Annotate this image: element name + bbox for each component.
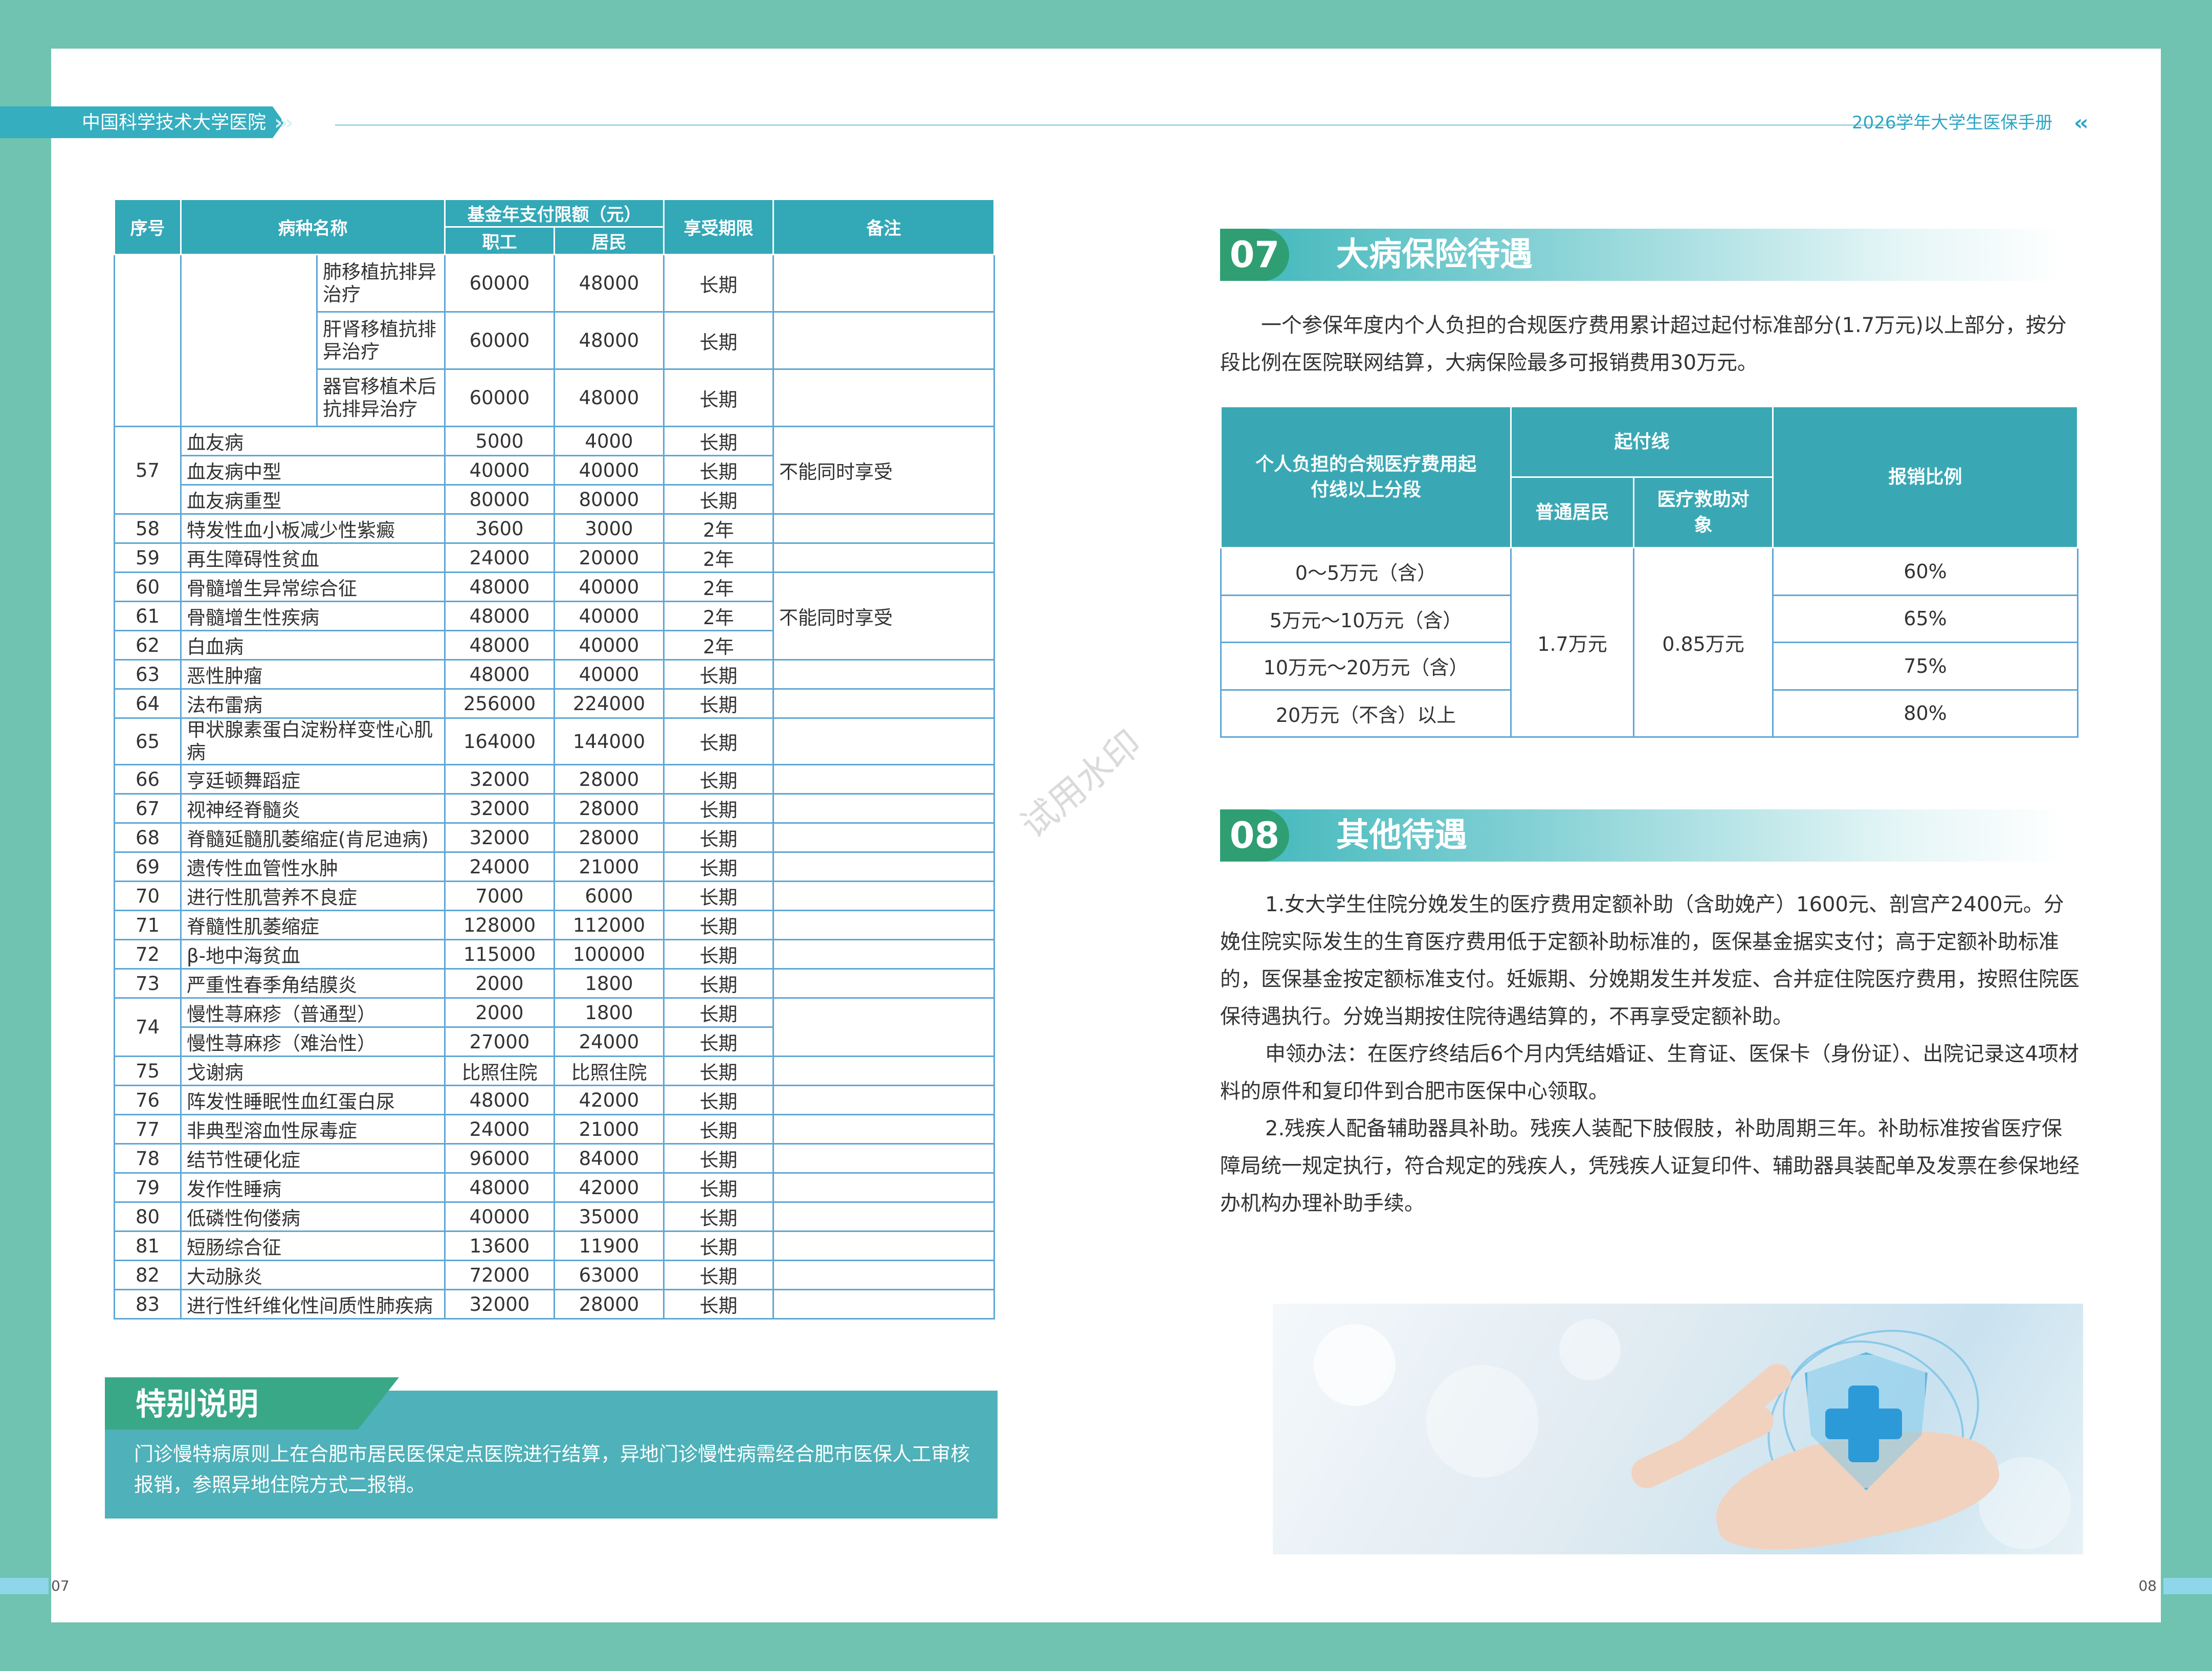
page-number-left: 07 (51, 1577, 70, 1594)
critical-illness-table: 个人负担的合规医疗费用起付线以上分段 起付线 报销比例 普通居民 医疗救助对象 … (1220, 406, 2079, 738)
table-row: 58 特发性血小板减少性紫癜 3600 3000 2年 (114, 513, 995, 544)
sub-name: 器官移植术后抗排异治疗 (316, 368, 446, 427)
special-note-text: 门诊慢特病原则上在合肥市居民医保定点医院进行结算，异地门诊慢性病需经合肥市医保人… (134, 1443, 970, 1496)
table-row: 57 血友病 5000 4000 长期 不能同时享受 (114, 426, 995, 515)
chevron-left-icon: ‹‹ (2074, 110, 2089, 135)
section07-title: 大病保险待遇 (1336, 236, 1533, 274)
table-row: 83 进行性纤维化性间质性肺疾病 32000 28000 长期 (114, 1289, 995, 1320)
row-remark: 不能同时享受 (772, 571, 995, 661)
th-worker: 职工 (444, 226, 555, 255)
header-right-title: 2026学年大学生医保手册 (1852, 113, 2053, 133)
table-row: 59 再生障碍性贫血 24000 20000 2年 (114, 542, 995, 573)
assist-deductible: 0.85万元 (1632, 547, 1774, 738)
table-row: 0～5万元（含） 1.7万元 0.85万元 60% (1220, 547, 2079, 738)
table-row: 78 结节性硬化症 96000 84000 长期 (114, 1143, 995, 1174)
section08-title: 其他待遇 (1336, 817, 1467, 854)
footer-right-bar (2163, 1578, 2212, 1594)
row-seq: 57 (114, 426, 182, 515)
section07-number: 07 (1220, 229, 1289, 281)
th-limit: 基金年支付限额（元） (444, 199, 665, 228)
row-remark: 不能同时享受 (772, 426, 995, 515)
th-segment: 个人负担的合规医疗费用起付线以上分段 (1220, 406, 1512, 548)
table-row: 65 甲状腺素蛋白淀粉样变性心肌病 164000 144000 长期 (114, 717, 995, 765)
section07-intro: 一个参保年度内个人负担的合规医疗费用累计超过起付标准部分(1.7万元)以上部分，… (1220, 314, 2067, 375)
table-row: 64 法布雷病 256000 224000 长期 (114, 688, 995, 719)
table-row: 72 β-地中海贫血 115000 100000 长期 (114, 939, 995, 970)
table-row: 76 阵发性睡眠性血红蛋白尿 48000 42000 长期 (114, 1085, 995, 1115)
table-row: 81 短肠综合征 13600 11900 长期 (114, 1230, 995, 1261)
table-row: 74 慢性荨麻疹（普通型） 2000 1800 长期 (114, 997, 995, 1057)
table-row: 70 进行性肌营养不良症 7000 6000 长期 (114, 881, 995, 911)
section08-p1: 1.女大学生住院分娩发生的医疗费用定额补助（含助娩产）1600元、剖宫产2400… (1220, 893, 2080, 1028)
table-row: 75 戈谢病 比照住院 比照住院 长期 (114, 1056, 995, 1086)
table-row: 68 脊髓延髓肌萎缩症(肯尼迪病) 32000 28000 长期 (114, 822, 995, 853)
table-row: 77 非典型溶血性尿毒症 24000 21000 长期 (114, 1114, 995, 1145)
page-number-right: 08 (2138, 1577, 2157, 1594)
th-remark: 备注 (772, 199, 995, 255)
table-row: 66 亨廷顿舞蹈症 32000 28000 长期 (114, 764, 995, 795)
row-name: 血友病重型 (180, 484, 446, 515)
th-assist-target: 医疗救助对象 (1632, 476, 1774, 548)
table-row: 71 脊髓性肌萎缩症 128000 112000 长期 (114, 910, 995, 940)
section08-p2: 申领办法：在医疗终结后6个月内凭结婚证、生育证、医保卡（身份证）、出院记录这4项… (1220, 1042, 2079, 1103)
sub-name: 肺移植抗排异治疗 (316, 254, 446, 313)
sub-name: 肝肾移植抗排异治疗 (316, 311, 446, 370)
table-row: 73 严重性春季角结膜炎 2000 1800 长期 (114, 968, 995, 999)
row-name: 血友病 (180, 426, 446, 456)
chevron-right-icon: ››› (274, 111, 294, 135)
header-left-title: 中国科学技术大学医院 (82, 112, 267, 133)
th-ratio: 报销比例 (1772, 406, 2079, 548)
table-row: 63 恶性肿瘤 48000 40000 长期 (114, 659, 995, 690)
th-name: 病种名称 (180, 199, 446, 255)
table-row: 肺移植抗排异治疗 60000 48000 长期 (114, 254, 995, 427)
resident-deductible: 1.7万元 (1510, 547, 1634, 738)
table-row: 82 大动脉炎 72000 63000 长期 (114, 1260, 995, 1290)
header-divider (335, 124, 1905, 126)
footer-left-bar (0, 1578, 49, 1594)
medical-hand-image (1273, 1304, 2083, 1554)
th-resident: 居民 (554, 226, 665, 255)
table-row: 80 低磷性佝偻病 40000 35000 长期 (114, 1201, 995, 1232)
table-row: 79 发作性睡病 48000 42000 长期 (114, 1172, 995, 1203)
table-row: 69 遗传性血管性水肿 24000 21000 长期 (114, 851, 995, 882)
table-row: 60 骨髓增生异常综合征 48000 40000 2年 不能同时享受 (114, 571, 995, 661)
table-row: 67 视神经脊髓炎 32000 28000 长期 (114, 793, 995, 824)
th-seq: 序号 (114, 199, 182, 255)
disease-limit-table: 序号 病种名称 基金年支付限额（元） 享受期限 备注 职工 居民 肺移植抗排异治… (114, 199, 995, 1320)
row-name: 血友病中型 (180, 455, 446, 486)
th-period: 享受期限 (663, 199, 774, 255)
th-deductible: 起付线 (1510, 406, 1774, 478)
section08-p3: 2.残疾人配备辅助器具补助。残疾人装配下肢假肢，补助周期三年。补助标准按省医疗保… (1220, 1117, 2080, 1215)
special-note-title: 特别说明 (136, 1387, 258, 1422)
section08-number: 08 (1220, 809, 1289, 862)
th-ordinary-resident: 普通居民 (1510, 476, 1634, 548)
section08-body: 1.女大学生住院分娩发生的医疗费用定额补助（含助娩产）1600元、剖宫产2400… (1220, 886, 2080, 1222)
